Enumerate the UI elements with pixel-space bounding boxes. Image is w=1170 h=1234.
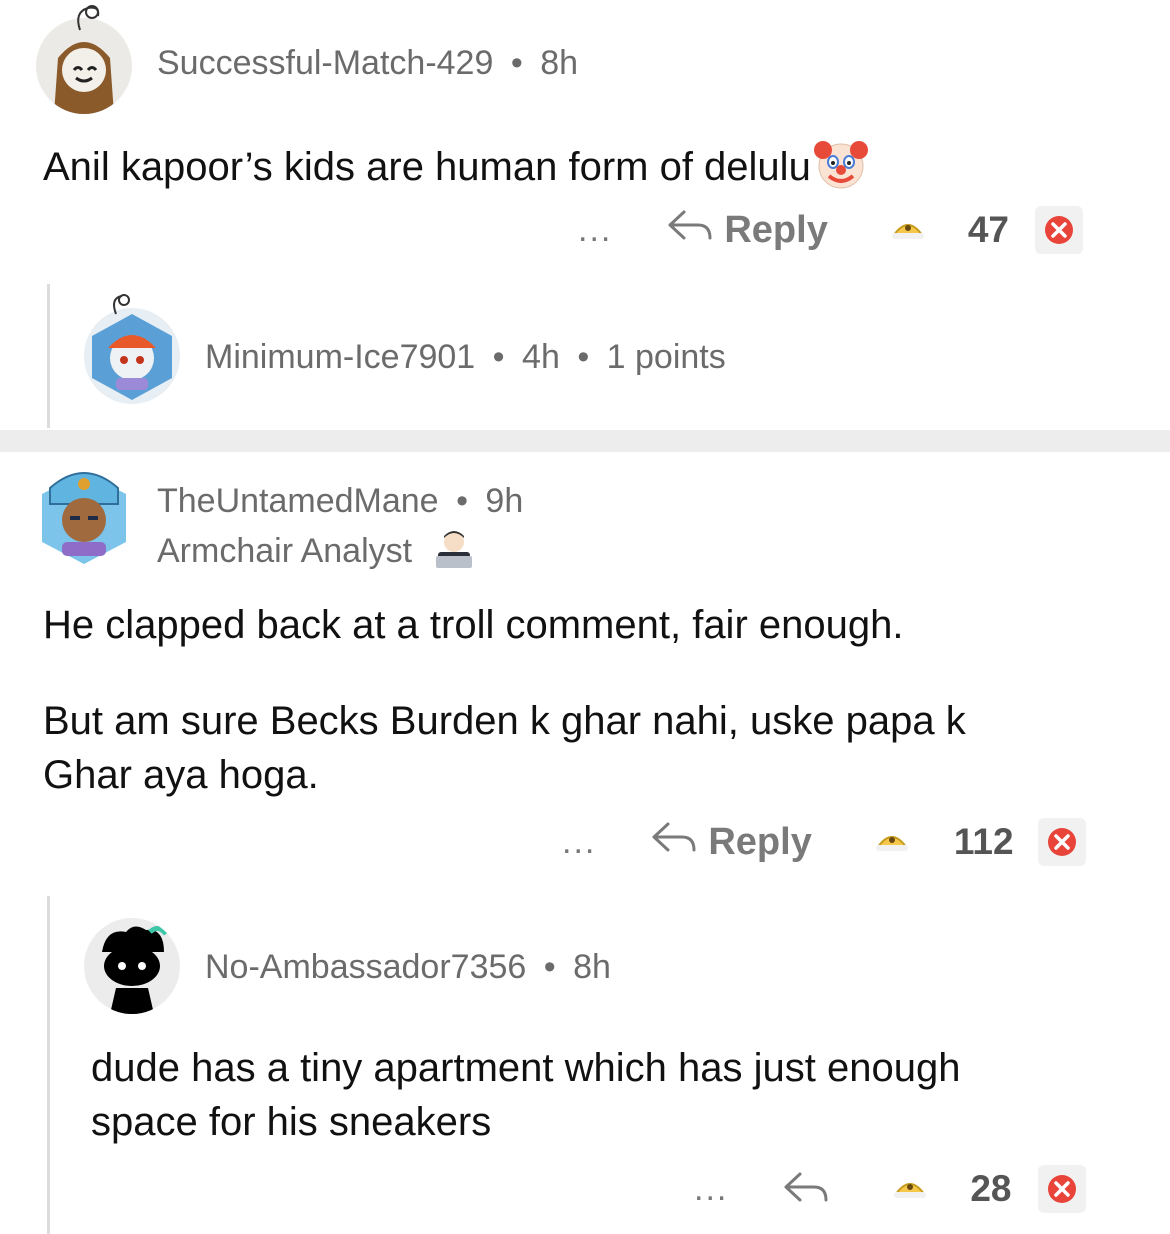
comment-body: Anil kapoor’s kids are human form of del… <box>43 138 869 202</box>
avatar[interactable] <box>84 918 180 1014</box>
separator: • <box>456 482 468 520</box>
reply-icon[interactable] <box>782 1170 830 1209</box>
comment-meta: No-Ambassador7356 • 8h <box>205 948 611 987</box>
separator: • <box>577 338 590 376</box>
downvote-button[interactable] <box>1037 1165 1086 1213</box>
comment-line: space for his sneakers <box>91 1100 492 1144</box>
avatar[interactable] <box>36 18 132 114</box>
comment-paragraph: He clapped back at a troll comment, fair… <box>43 603 904 647</box>
comment-age: 4h <box>522 338 560 376</box>
comment-points: 1 points <box>606 338 726 376</box>
comment-divider <box>0 430 1170 452</box>
avatar[interactable] <box>36 458 132 568</box>
more-options-button[interactable]: ... <box>578 211 612 250</box>
vote-score: 112 <box>953 821 1014 862</box>
separator: • <box>510 44 523 82</box>
comment-body: dude has a tiny apartment which has just… <box>91 1043 960 1147</box>
flair-text: Armchair Analyst <box>157 532 413 570</box>
comment-meta: Minimum-Ice7901 • 4h • 1 points <box>205 338 726 377</box>
comment-line: But am sure Becks Burden k ghar nahi, us… <box>43 699 966 743</box>
thread-line <box>47 896 50 1234</box>
username[interactable]: Minimum-Ice7901 <box>205 338 475 376</box>
reply-label: Reply <box>724 208 828 251</box>
username[interactable]: TheUntamedMane <box>157 482 439 520</box>
comment-meta: TheUntamedMane • 9h <box>157 482 523 521</box>
close-icon <box>1047 1175 1076 1203</box>
comment-line: Ghar aya hoga. <box>43 753 319 797</box>
upvote-icon[interactable] <box>872 825 912 860</box>
vote-score: 28 <box>970 1168 1012 1209</box>
reply-label: Reply <box>708 820 812 863</box>
more-options-button[interactable]: ... <box>694 1170 728 1209</box>
vote-score: 47 <box>967 209 1009 250</box>
downvote-button[interactable] <box>1037 818 1086 866</box>
reply-button[interactable]: Reply <box>650 820 812 864</box>
more-options-button[interactable]: ... <box>562 823 596 862</box>
downvote-button[interactable] <box>1034 206 1083 254</box>
close-icon <box>1047 828 1076 856</box>
avatar[interactable] <box>84 308 180 404</box>
reply-button[interactable]: Reply <box>666 208 828 252</box>
clown-face-icon <box>813 138 869 202</box>
close-icon <box>1044 216 1073 244</box>
reply-icon <box>666 208 714 252</box>
comment-age: 8h <box>540 44 579 82</box>
user-flair: Armchair Analyst <box>157 528 476 579</box>
reply-icon <box>650 820 698 864</box>
upvote-icon[interactable] <box>890 1172 930 1207</box>
comment-actions: ... 28 <box>694 1164 1086 1214</box>
comment-line: dude has a tiny apartment which has just… <box>91 1046 961 1090</box>
separator: • <box>543 948 556 986</box>
username[interactable]: Successful-Match-429 <box>157 44 493 82</box>
avatar-antenna <box>60 2 110 32</box>
comment-age: 9h <box>485 482 524 520</box>
comment-text: Anil kapoor’s kids are human form of del… <box>43 145 811 189</box>
technologist-emoji-icon <box>432 528 476 579</box>
comment-meta: Successful-Match-429 • 8h <box>157 44 578 83</box>
thread-line <box>47 284 50 428</box>
comment-paragraph: But am sure Becks Burden k ghar nahi, us… <box>43 696 966 800</box>
separator: • <box>492 338 505 376</box>
username[interactable]: No-Ambassador7356 <box>205 948 526 986</box>
comment-actions: ... Reply 47 <box>578 205 1083 255</box>
avatar-antenna <box>100 292 140 316</box>
comment-actions: ... Reply 112 <box>562 817 1086 867</box>
upvote-icon[interactable] <box>888 213 928 248</box>
comment-age: 8h <box>573 948 611 986</box>
